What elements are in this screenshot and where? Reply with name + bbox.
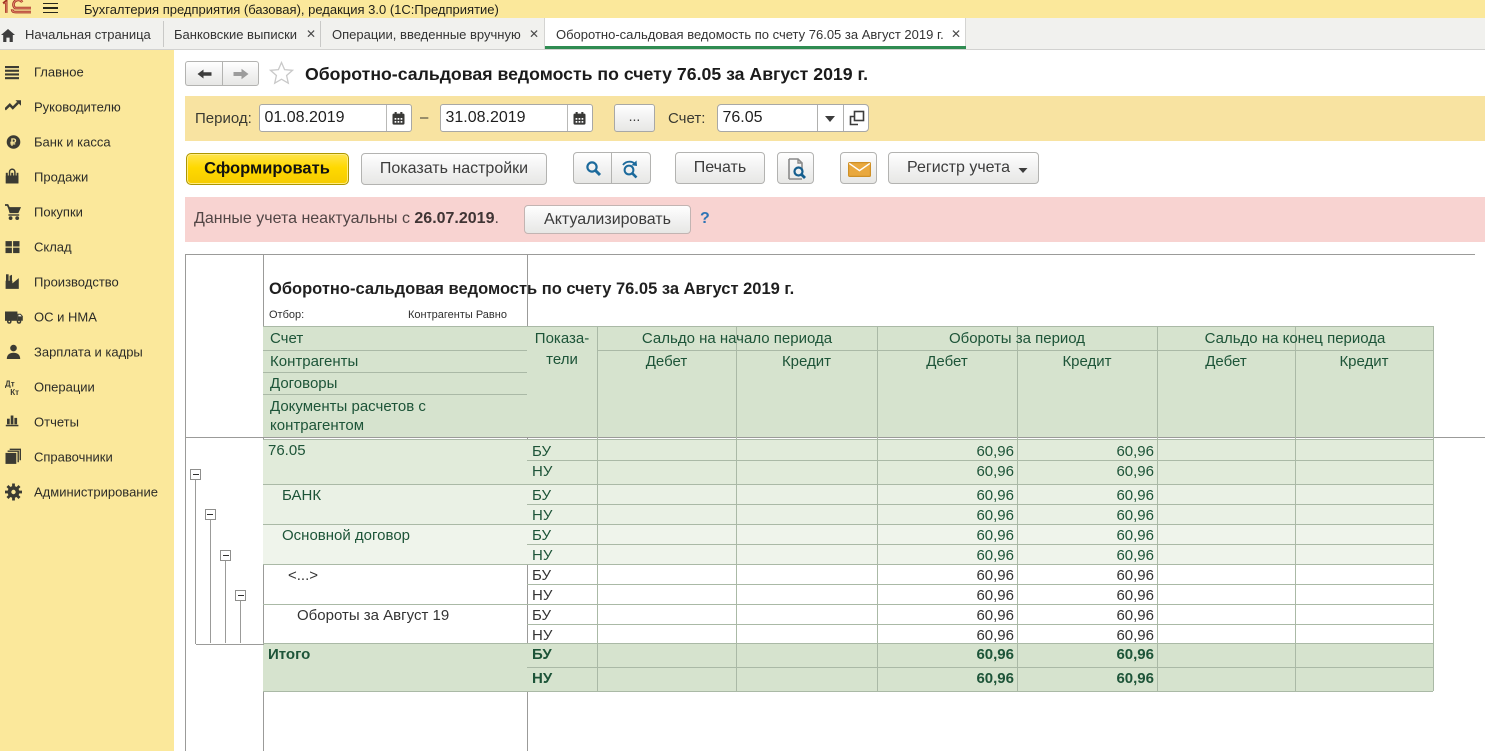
svg-text:₽: ₽	[10, 137, 17, 148]
svg-text:Кт: Кт	[10, 387, 19, 395]
